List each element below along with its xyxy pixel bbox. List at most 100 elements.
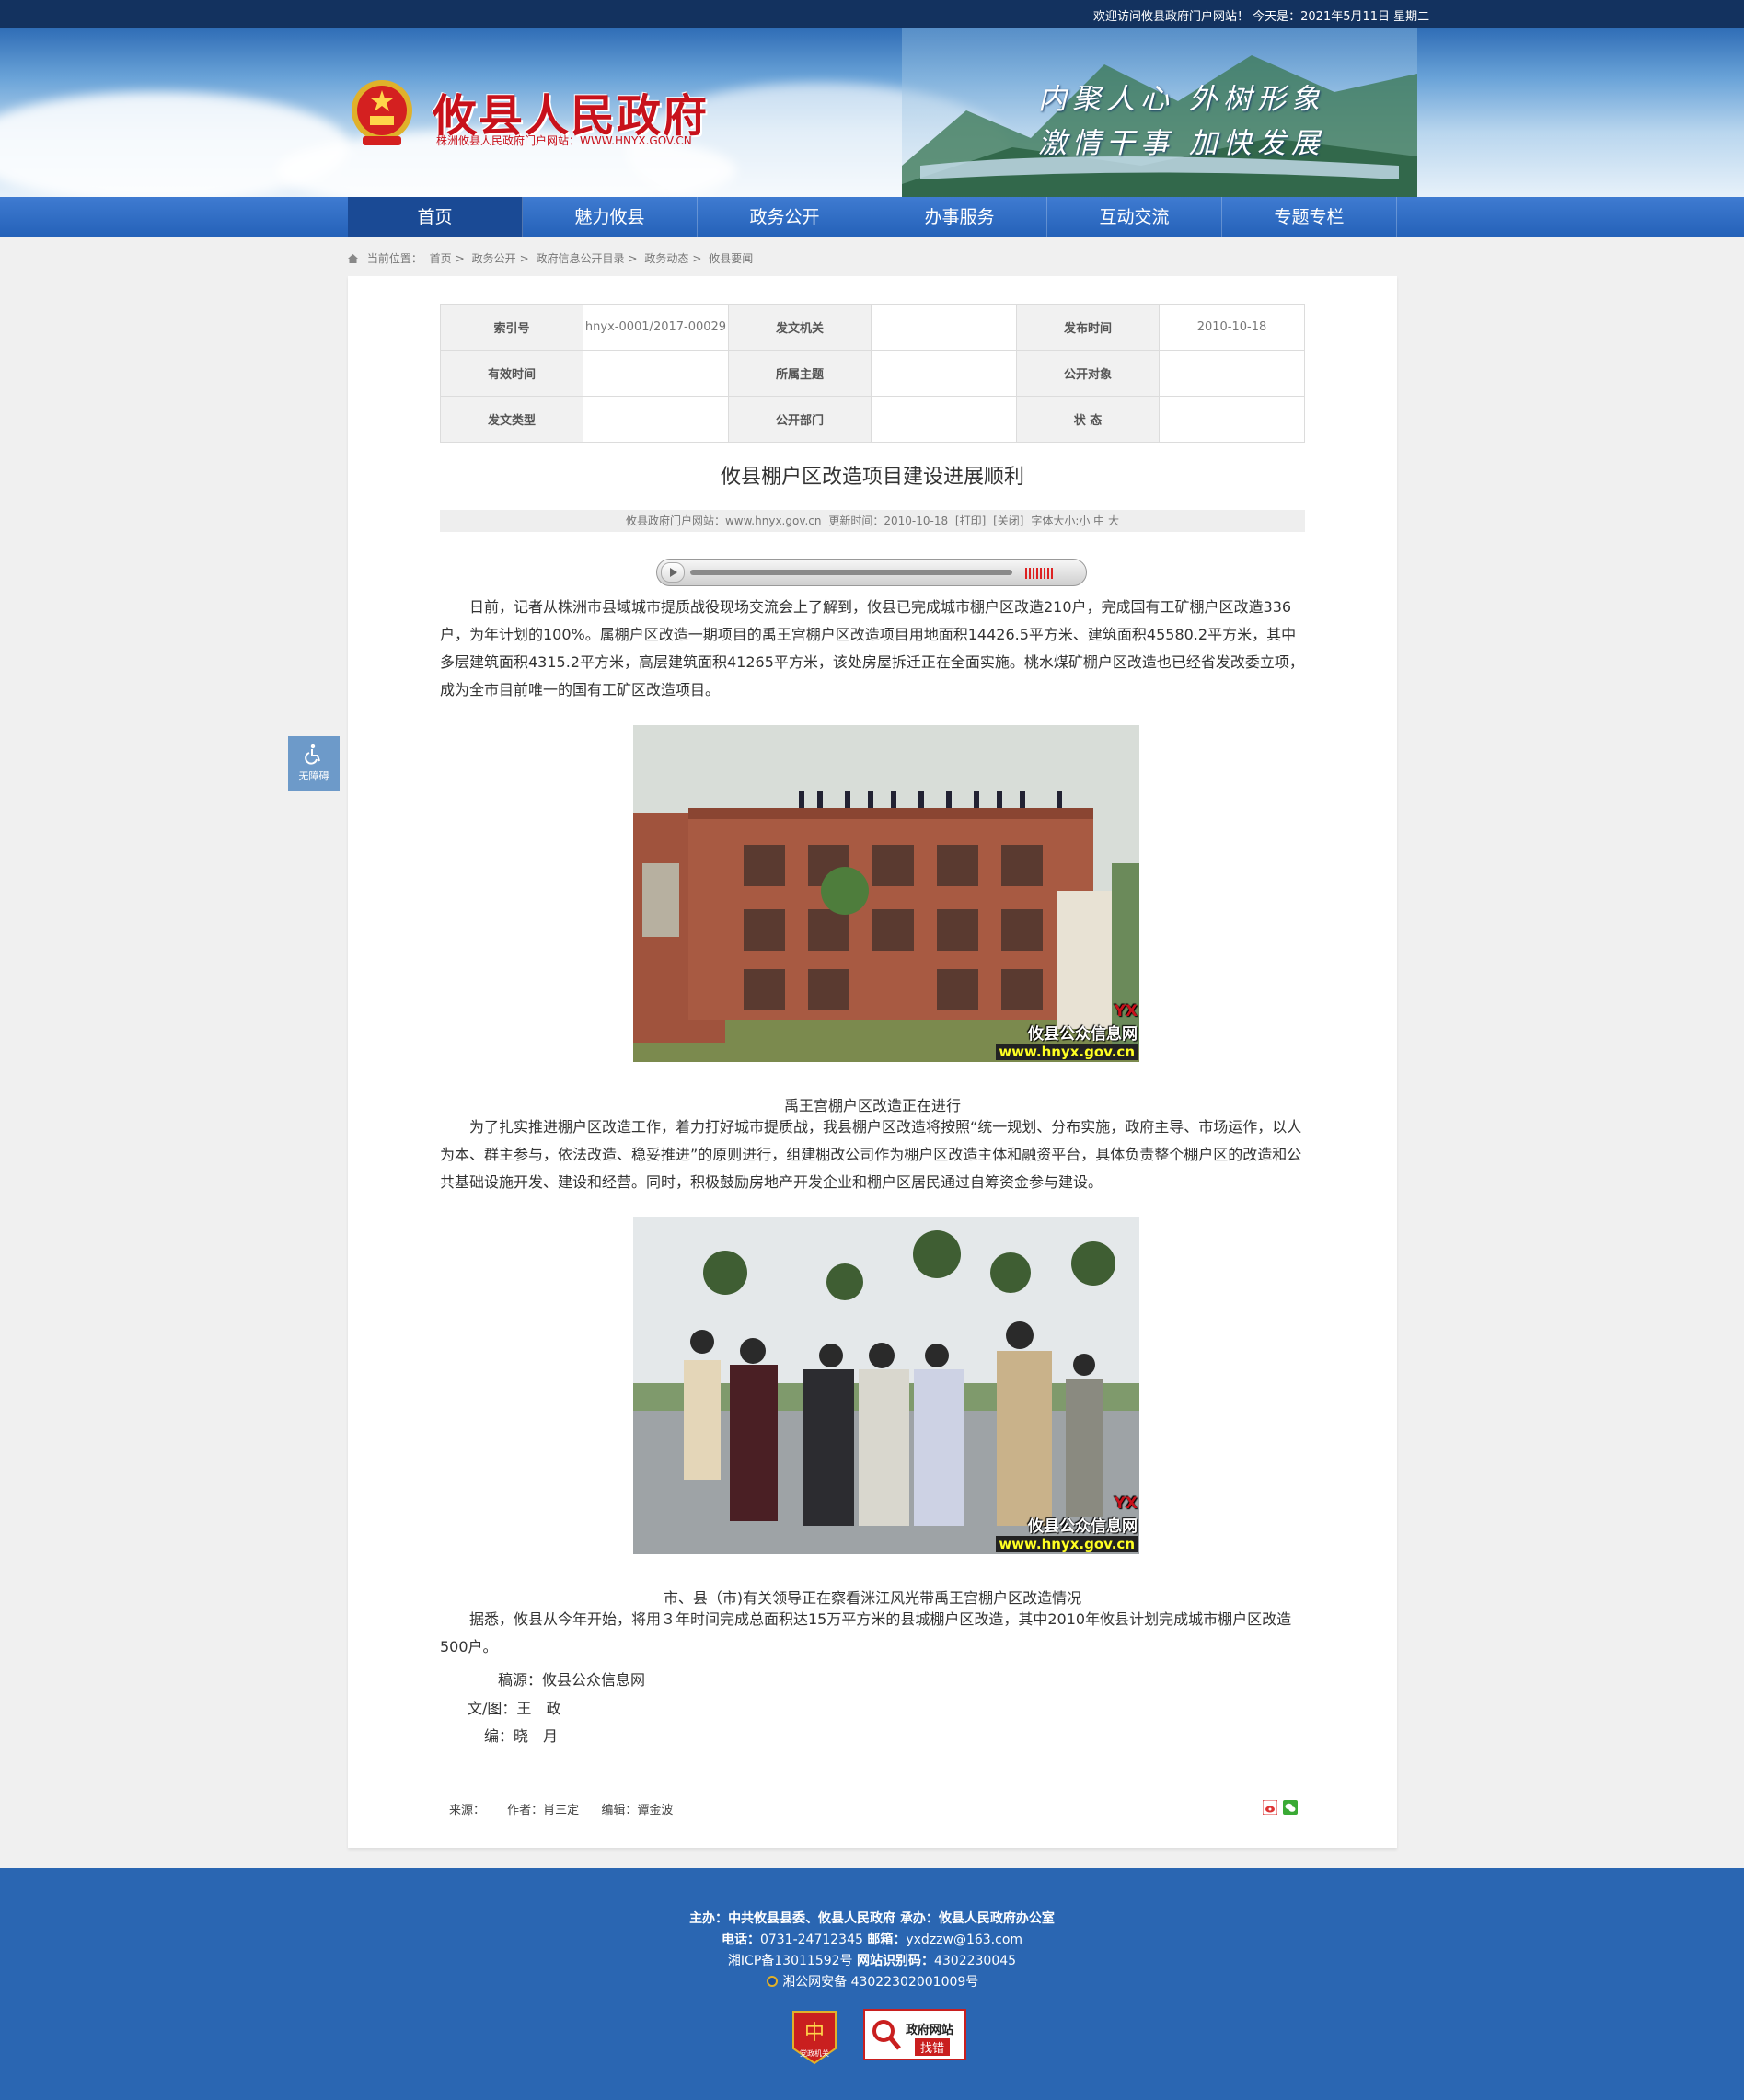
article-card: 索引号 hnyx-0001/2017-00029 发文机关 发布时间 2010-… bbox=[348, 276, 1397, 1848]
site-banner: 攸县人民政府 株洲攸县人民政府门户网站：WWW.HNYX.GOV.CN 内聚人心… bbox=[0, 28, 1744, 197]
meta-value bbox=[871, 350, 1017, 397]
footer-contact-line: 电话：0731-24712345 邮箱：yxdzzw@163.com bbox=[0, 1930, 1744, 1948]
footer-organizer: 攸县人民政府办公室 bbox=[938, 1911, 1055, 1926]
footer-author: 作者：肖三定 bbox=[507, 1804, 580, 1817]
table-row: 索引号 hnyx-0001/2017-00029 发文机关 发布时间 2010-… bbox=[440, 304, 1305, 351]
font-size-switch[interactable]: 字体大小:小 中 大 bbox=[1031, 514, 1119, 527]
article-source: 攸县政府门户网站：www.hnyx.gov.cn bbox=[625, 514, 822, 527]
audio-player bbox=[656, 559, 1087, 586]
meta-value bbox=[583, 396, 729, 443]
footer-sponsor: 中共攸县县委、攸县人民政府 bbox=[728, 1911, 896, 1926]
breadcrumb-link-home[interactable]: 首页 bbox=[430, 252, 452, 265]
article-paragraph-1: 日前，记者从株洲市县域城市提质战役现场交流会上了解到，攸县已完成城市棚户区改造2… bbox=[440, 598, 1304, 698]
badge1-label: 党政机关 bbox=[800, 2049, 829, 2058]
article-photo-2: YX 攸县公众信息网 www.hnyx.gov.cn bbox=[633, 1217, 1139, 1554]
gov-site-error-report-badge[interactable]: 政府网站 找错 bbox=[863, 2009, 966, 2060]
watermark-logo: YX bbox=[1114, 1494, 1138, 1513]
print-link[interactable]: [打印] bbox=[955, 514, 986, 527]
footer-site-code: 4302230045 bbox=[933, 1954, 1017, 1968]
credit-source: 稿源：攸县公众信息网 bbox=[498, 1671, 646, 1689]
home-icon bbox=[348, 254, 358, 263]
breadcrumb-separator: > bbox=[628, 252, 638, 265]
meta-key: 公开部门 bbox=[728, 396, 872, 443]
meta-key: 索引号 bbox=[440, 304, 583, 351]
footer-sponsor-label: 主办： bbox=[689, 1911, 729, 1926]
progress-track[interactable] bbox=[690, 570, 1012, 575]
photo-caption-2: 市、县（市)有关领导正在察看洣江风光带禹王宫棚户区改造情况 bbox=[663, 1589, 1082, 1607]
article-photo-1: YX 攸县公众信息网 www.hnyx.gov.cn bbox=[633, 725, 1139, 1062]
breadcrumb-current[interactable]: 攸县要闻 bbox=[709, 252, 753, 265]
meta-key: 发布时间 bbox=[1016, 304, 1160, 351]
nav-item-charm[interactable]: 魅力攸县 bbox=[523, 197, 698, 237]
photo-caption-1: 禹王宫棚户区改造正在进行 bbox=[783, 1097, 961, 1114]
breadcrumb-link-directory[interactable]: 政府信息公开目录 bbox=[536, 252, 624, 265]
article-title: 攸县棚户区改造项目建设进展顺利 bbox=[720, 466, 1024, 489]
article-updated: 更新时间：2010-10-18 bbox=[828, 514, 949, 527]
photo-watermark: YX 攸县公众信息网 www.hnyx.gov.cn bbox=[996, 1002, 1138, 1060]
footer-police-line: 湘公网安备 43022302001009号 bbox=[0, 1972, 1744, 1990]
meta-value bbox=[1159, 350, 1305, 397]
meta-value bbox=[1159, 396, 1305, 443]
wheelchair-icon bbox=[305, 744, 320, 765]
footer-police[interactable]: 湘公网安备 43022302001009号 bbox=[782, 1975, 978, 1990]
meta-key: 发文类型 bbox=[440, 396, 583, 443]
volume-icon[interactable] bbox=[1025, 568, 1053, 579]
footer-sponsor-line: 主办：中共攸县县委、攸县人民政府 承办：攸县人民政府办公室 bbox=[0, 1909, 1744, 1927]
watermark-text: 攸县公众信息网 bbox=[1028, 1517, 1138, 1536]
footer-email-label: 邮箱： bbox=[867, 1933, 907, 1947]
police-badge-icon bbox=[766, 1976, 778, 1987]
meta-value bbox=[583, 350, 729, 397]
watermark-text: 攸县公众信息网 bbox=[1028, 1025, 1138, 1044]
meta-key: 所属主题 bbox=[728, 350, 872, 397]
accessibility-label: 无障碍 bbox=[298, 770, 329, 782]
metadata-table: 索引号 hnyx-0001/2017-00029 发文机关 发布时间 2010-… bbox=[440, 304, 1305, 443]
nav-item-interaction[interactable]: 互动交流 bbox=[1047, 197, 1222, 237]
table-row: 有效时间 所属主题 公开对象 bbox=[440, 350, 1305, 397]
footer-editor: 编辑：谭金波 bbox=[601, 1804, 674, 1817]
site-footer: 主办：中共攸县县委、攸县人民政府 承办：攸县人民政府办公室 电话：0731-24… bbox=[0, 1868, 1744, 2100]
svg-text:中: 中 bbox=[804, 2022, 825, 2045]
breadcrumb-link-gov-affairs[interactable]: 政务公开 bbox=[472, 252, 516, 265]
footer-organizer-label: 承办： bbox=[899, 1911, 939, 1926]
meta-key: 公开对象 bbox=[1016, 350, 1160, 397]
watermark-logo: YX bbox=[1114, 1002, 1138, 1021]
watermark-url: www.hnyx.gov.cn bbox=[996, 1044, 1138, 1060]
meta-value bbox=[871, 396, 1017, 443]
footer-phone: 0731-24712345 bbox=[759, 1933, 863, 1947]
credit-editor: 编：晓 月 bbox=[484, 1727, 559, 1745]
meta-key: 有效时间 bbox=[440, 350, 583, 397]
magnifier-icon bbox=[872, 2020, 901, 2050]
accessibility-button[interactable]: 无障碍 bbox=[288, 736, 340, 791]
meta-value: 2010-10-18 bbox=[1159, 304, 1305, 351]
footer-email[interactable]: yxdzzw@163.com bbox=[906, 1933, 1022, 1947]
slogan-line-2: 激情干事 加快发展 bbox=[1038, 127, 1325, 160]
nav-item-home[interactable]: 首页 bbox=[348, 197, 523, 237]
wechat-share-icon[interactable] bbox=[1283, 1800, 1298, 1815]
meta-key: 发文机关 bbox=[728, 304, 872, 351]
nav-item-topics[interactable]: 专题专栏 bbox=[1222, 197, 1397, 237]
main-nav: 首页 魅力攸县 政务公开 办事服务 互动交流 专题专栏 bbox=[0, 197, 1744, 237]
badge2-line-1: 政府网站 bbox=[906, 2024, 954, 2037]
close-link[interactable]: [关闭] bbox=[993, 514, 1023, 527]
meta-value: hnyx-0001/2017-00029 bbox=[583, 304, 729, 351]
breadcrumb-separator: > bbox=[692, 252, 702, 265]
meta-value bbox=[871, 304, 1017, 351]
watermark-url: www.hnyx.gov.cn bbox=[996, 1536, 1138, 1552]
party-gov-badge[interactable]: 中 党政机关 bbox=[790, 2008, 839, 2067]
national-emblem-icon bbox=[352, 80, 412, 145]
breadcrumb-link-news[interactable]: 政务动态 bbox=[644, 252, 688, 265]
nav-item-services[interactable]: 办事服务 bbox=[872, 197, 1047, 237]
table-row: 发文类型 公开部门 状 态 bbox=[440, 396, 1305, 443]
badge2-line-2: 找错 bbox=[915, 2038, 951, 2056]
nav-item-gov-affairs[interactable]: 政务公开 bbox=[698, 197, 872, 237]
site-subtitle: 株洲攸县人民政府门户网站：WWW.HNYX.GOV.CN bbox=[436, 134, 692, 147]
footer-icp-line: 湘ICP备13011592号 网站识别码：4302230045 bbox=[0, 1951, 1744, 1969]
breadcrumb-separator: > bbox=[519, 252, 529, 265]
breadcrumb: 当前位置： 首页 > 政务公开 > 政府信息公开目录 > 政务动态 > 攸县要闻 bbox=[348, 250, 757, 266]
footer-icp[interactable]: 湘ICP备13011592号 bbox=[728, 1954, 853, 1968]
breadcrumb-label: 当前位置： bbox=[366, 252, 422, 265]
article-paragraph-3: 据悉，攸县从今年开始，将用３年时间完成总面积达15万平方米的县城棚户区改造，其中… bbox=[440, 1610, 1292, 1656]
breadcrumb-separator: > bbox=[455, 252, 465, 265]
weibo-share-icon[interactable] bbox=[1263, 1800, 1277, 1815]
play-button[interactable] bbox=[661, 562, 685, 583]
